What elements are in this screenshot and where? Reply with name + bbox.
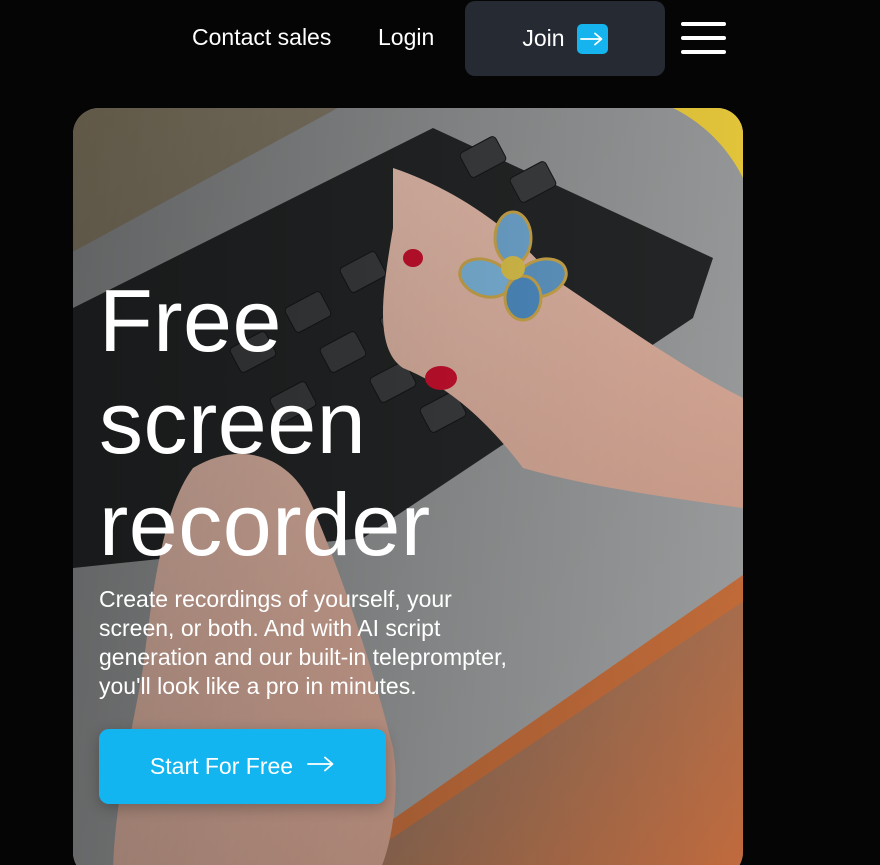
join-button-label: Join xyxy=(522,25,565,51)
hero-title-line-1: Free xyxy=(99,271,282,370)
hero-title: Free screen recorder xyxy=(99,270,549,576)
hero-section: Free screen recorder Create recordings o… xyxy=(73,108,743,865)
join-button[interactable]: Join xyxy=(465,1,665,76)
hero-subtitle: Create recordings of yourself, your scre… xyxy=(99,586,507,699)
arrow-right-icon xyxy=(576,23,608,54)
start-for-free-button[interactable]: Start For Free xyxy=(99,729,386,804)
hamburger-menu-icon[interactable] xyxy=(681,22,726,54)
top-navigation: Contact sales Login Join xyxy=(0,0,880,80)
login-link[interactable]: Login xyxy=(378,24,434,51)
hero-title-line-2: screen xyxy=(99,373,367,472)
start-for-free-label: Start For Free xyxy=(149,753,294,779)
arrow-right-icon xyxy=(307,756,335,777)
hero-title-line-3: recorder xyxy=(99,475,431,574)
contact-sales-link[interactable]: Contact sales xyxy=(192,24,331,51)
